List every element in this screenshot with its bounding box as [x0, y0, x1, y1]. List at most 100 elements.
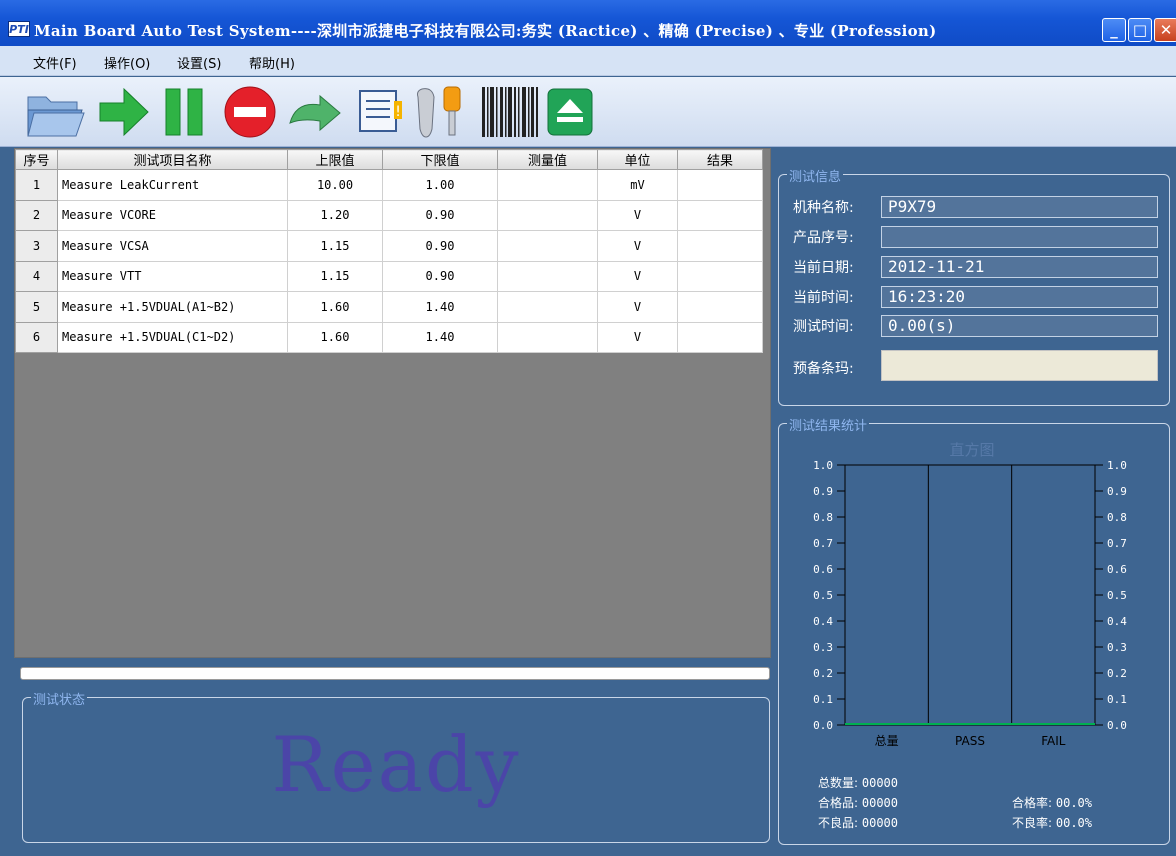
test-item-name-cell: Measure LeakCurrent: [57, 169, 288, 201]
y-tick-label-left: 0.3: [813, 641, 833, 654]
table-row[interactable]: 3 Measure VCSA 1.15 0.90 V: [15, 230, 763, 262]
table-row[interactable]: 4 Measure VTT 1.15 0.90 V: [15, 260, 763, 292]
close-icon: ✕: [1159, 21, 1173, 39]
y-tick-label-right: 1.0: [1107, 459, 1127, 472]
eject-icon[interactable]: [544, 83, 596, 141]
result-cell: [677, 169, 763, 201]
y-tick-label-right: 0.1: [1107, 693, 1127, 706]
y-tick-label-right: 0.7: [1107, 537, 1127, 550]
model-label: 机种名称:: [793, 200, 854, 216]
col-header-unit[interactable]: 单位: [597, 149, 678, 170]
col-header-name[interactable]: 测试项目名称: [57, 149, 288, 170]
unit-cell: V: [597, 260, 678, 292]
x-category-label: 总量: [875, 734, 899, 748]
pass-count: 合格品: 00000: [818, 794, 898, 811]
test-item-name-cell: Measure VTT: [57, 260, 288, 292]
pause-icon[interactable]: [162, 83, 206, 141]
svg-text:!: !: [395, 104, 401, 120]
col-header-upper[interactable]: 上限值: [287, 149, 383, 170]
maximize-icon: □: [1132, 21, 1148, 39]
status-text: Ready: [271, 720, 521, 809]
row-index-cell: 6: [15, 321, 58, 353]
time-field[interactable]: 16:23:20: [881, 286, 1158, 308]
redo-arrow-icon[interactable]: [286, 83, 346, 141]
unit-cell: V: [597, 321, 678, 353]
title-bar: PTI Main Board Auto Test System----深圳市派捷…: [0, 0, 1176, 46]
stop-icon[interactable]: [220, 83, 280, 141]
measured-value-cell: [497, 199, 598, 231]
arrow-right-icon[interactable]: [96, 83, 152, 141]
test-item-name-cell: Measure +1.5VDUAL(A1~B2): [57, 291, 288, 323]
model-field[interactable]: P9X79: [881, 196, 1158, 218]
menu-settings[interactable]: 设置(S): [177, 53, 221, 72]
result-cell: [677, 321, 763, 353]
date-field[interactable]: 2012-11-21: [881, 256, 1158, 278]
serial-field[interactable]: [881, 226, 1158, 248]
fail-value: 00000: [861, 816, 898, 830]
toolbar: !: [0, 77, 1176, 147]
y-tick-label-left: 0.5: [813, 589, 833, 602]
table-row[interactable]: 1 Measure LeakCurrent 10.00 1.00 mV: [15, 169, 763, 201]
total-label: 总数量:: [818, 776, 859, 790]
measured-value-cell: [497, 291, 598, 323]
pass-value: 00000: [861, 796, 898, 810]
upper-limit-cell: 10.00: [287, 169, 383, 201]
close-button[interactable]: ✕: [1154, 18, 1176, 42]
result-cell: [677, 260, 763, 292]
wrench-screwdriver-icon[interactable]: [414, 83, 472, 141]
barcode-input[interactable]: [881, 350, 1158, 381]
x-category-label: FAIL: [1041, 734, 1066, 748]
col-header-index[interactable]: 序号: [15, 149, 58, 170]
y-tick-label-right: 0.0: [1107, 719, 1127, 732]
y-tick-label-left: 0.6: [813, 563, 833, 576]
table-row[interactable]: 2 Measure VCORE 1.20 0.90 V: [15, 199, 763, 231]
barcode-icon[interactable]: [480, 83, 540, 141]
y-tick-label-left: 0.0: [813, 719, 833, 732]
upper-limit-cell: 1.60: [287, 321, 383, 353]
upper-limit-cell: 1.15: [287, 260, 383, 292]
table-row[interactable]: 5 Measure +1.5VDUAL(A1~B2) 1.60 1.40 V: [15, 291, 763, 323]
test-time-field[interactable]: 0.00(s): [881, 315, 1158, 337]
test-item-name-cell: Measure +1.5VDUAL(C1~D2): [57, 321, 288, 353]
col-header-lower[interactable]: 下限值: [382, 149, 498, 170]
test-item-name-cell: Measure VCSA: [57, 230, 288, 262]
result-cell: [677, 230, 763, 262]
test-progress-bar: [20, 667, 770, 680]
log-note-icon[interactable]: !: [356, 83, 408, 141]
minimize-icon: _: [1110, 21, 1118, 39]
row-index-cell: 2: [15, 199, 58, 231]
menu-file[interactable]: 文件(F): [33, 53, 77, 72]
y-tick-label-left: 0.2: [813, 667, 833, 680]
total-value: 00000: [861, 776, 898, 790]
y-tick-label-left: 0.4: [813, 615, 833, 628]
test-status-group: 测试状态 Ready: [22, 689, 770, 843]
fail-rate-label: 不良率:: [1012, 816, 1053, 830]
col-header-measured[interactable]: 测量值: [497, 149, 598, 170]
fail-label: 不良品:: [818, 816, 859, 830]
app-logo-icon: PTI: [8, 21, 30, 37]
table-header-row: 序号 测试项目名称 上限值 下限值 测量值 单位 结果: [15, 149, 763, 170]
upper-limit-cell: 1.20: [287, 199, 383, 231]
y-tick-label-left: 1.0: [813, 459, 833, 472]
folder-open-icon[interactable]: [24, 83, 88, 141]
unit-cell: V: [597, 230, 678, 262]
serial-label: 产品序号:: [793, 230, 854, 246]
test-items-table: 序号 测试项目名称 上限值 下限值 测量值 单位 结果 1 Measure Lea…: [15, 149, 763, 353]
window-title: Main Board Auto Test System----深圳市派捷电子科技…: [34, 22, 937, 40]
menu-operate[interactable]: 操作(O): [104, 53, 150, 72]
table-row[interactable]: 6 Measure +1.5VDUAL(C1~D2) 1.60 1.40 V: [15, 321, 763, 353]
menu-help[interactable]: 帮助(H): [249, 53, 295, 72]
test-time-label: 测试时间:: [793, 319, 854, 335]
lower-limit-cell: 0.90: [382, 230, 498, 262]
y-tick-label-right: 0.4: [1107, 615, 1127, 628]
test-info-legend: 测试信息: [787, 166, 844, 185]
y-tick-label-left: 0.1: [813, 693, 833, 706]
minimize-button[interactable]: _: [1102, 18, 1126, 42]
y-tick-label-right: 0.9: [1107, 485, 1127, 498]
maximize-button[interactable]: □: [1128, 18, 1152, 42]
col-header-result[interactable]: 结果: [677, 149, 763, 170]
pass-rate-value: 00.0%: [1055, 796, 1092, 810]
row-index-cell: 1: [15, 169, 58, 201]
barcode-label: 预备条玛:: [793, 361, 854, 377]
result-stats-legend: 测试结果统计: [787, 415, 870, 434]
